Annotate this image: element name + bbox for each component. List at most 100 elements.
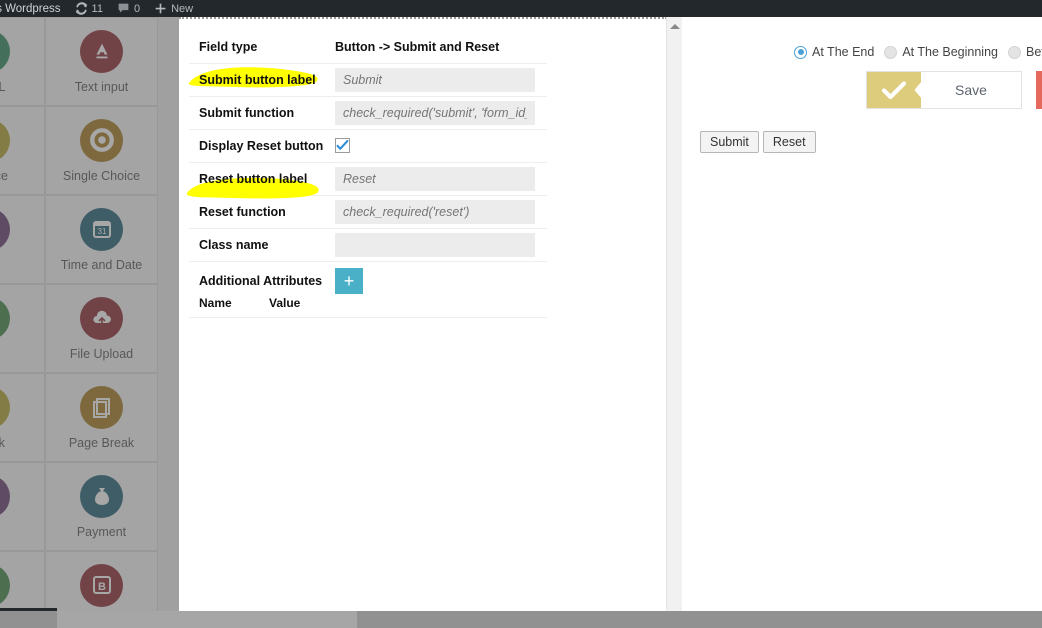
letter-b-boxed-icon: B (80, 563, 123, 607)
comments-icon (117, 2, 130, 15)
modal-bottom-edge (179, 600, 682, 611)
lines-icon (0, 385, 10, 429)
adminbar-new[interactable]: New (147, 0, 200, 17)
reset-button-label-input[interactable] (335, 167, 535, 191)
preview-reset-button[interactable]: Reset (762, 131, 816, 153)
palette-item-choice[interactable]: Choice (0, 106, 45, 195)
letter-a-green-icon (0, 563, 10, 607)
plus-icon (154, 2, 167, 15)
row-field-type: Field type Button -> Submit and Reset (189, 31, 547, 64)
palette-item-box[interactable]: Box (0, 284, 45, 373)
settings-rows: Field type Button -> Submit and Reset Su… (189, 31, 547, 318)
palette-item-break[interactable]: Break (0, 373, 45, 462)
palette-item-payment[interactable]: Payment (45, 462, 158, 551)
wp-admin-bar: 's Wordpress 11 0 New (0, 0, 1042, 17)
radio-icon-at-the-beginning[interactable] (884, 45, 898, 59)
palette-item-page-break[interactable]: Page Break (45, 373, 158, 462)
field-settings-modal: Field type Button -> Submit and Reset Su… (179, 17, 667, 611)
modal-action-bar: Save ✖ (866, 71, 1042, 109)
row-reset-button-label: Reset button label (189, 163, 547, 196)
modal-vertical-scrollbar[interactable] (666, 17, 682, 611)
label-field-type: Field type (199, 40, 258, 54)
form-preview-pane: At The End At The Beginning Bef Save (682, 17, 1042, 611)
palette-item-letter-b[interactable]: B B (45, 551, 158, 611)
radio-option-at-the-beginning[interactable]: At The Beginning (884, 45, 998, 59)
row-display-reset-button: Display Reset button (189, 130, 547, 163)
field-reset-button-label (335, 167, 547, 191)
palette-item-html[interactable]: HTML (0, 17, 45, 106)
palette-item-label: HTML (0, 79, 6, 94)
calendar-31-icon: 31 (80, 207, 123, 251)
palette-grid: HTML Text input (0, 17, 158, 611)
palette-item-label: Single Choice (62, 168, 141, 183)
value-field-type: Button -> Submit and Reset (335, 40, 500, 54)
adminbar-comments[interactable]: 0 (110, 0, 147, 17)
class-name-input[interactable] (335, 233, 535, 257)
tools-icon (0, 207, 10, 251)
cancel-button[interactable]: ✖ (1036, 71, 1042, 109)
field-settings-form: Field type Button -> Submit and Reset Su… (179, 19, 655, 613)
save-button[interactable]: Save (866, 71, 1022, 109)
palette-item-label: Text input (74, 79, 129, 94)
field-class-name (335, 233, 547, 257)
save-button-label: Save (955, 82, 987, 98)
radio-dot-icon (80, 118, 123, 162)
field-type-palette: HTML Text input (0, 17, 179, 611)
column-header-name: Name (199, 295, 232, 310)
submit-button-label-input[interactable] (335, 68, 535, 92)
label-reset-button-label: Reset button label (199, 172, 308, 186)
palette-item-tools[interactable]: ools (0, 195, 45, 284)
palette-item-file-upload[interactable]: File Upload (45, 284, 158, 373)
reset-function-input[interactable] (335, 200, 535, 224)
scroll-up-arrow-icon[interactable] (667, 19, 683, 33)
palette-item-label: Time and Date (60, 257, 143, 272)
label-submit-function: Submit function (199, 106, 295, 120)
updates-count: 11 (91, 2, 103, 15)
submit-function-input[interactable] (335, 101, 535, 125)
palette-item-text-input[interactable]: Text input (45, 17, 158, 106)
radio-icon-at-the-end[interactable] (794, 45, 807, 59)
radio-option-at-the-end[interactable]: At The End (794, 45, 874, 59)
form-preview-buttons: Submit Reset (700, 131, 816, 153)
preview-submit-button[interactable]: Submit (700, 131, 759, 153)
palette-item-label: Payment (76, 524, 127, 539)
row-class-name: Class name (189, 229, 547, 262)
palette-item-label: Break (0, 435, 5, 450)
check-icon (867, 72, 921, 108)
letter-a-icon (0, 474, 10, 518)
column-header-value: Value (269, 295, 301, 310)
palette-item-letter-a-green[interactable]: A (0, 551, 45, 611)
check-icon (336, 139, 349, 150)
radio-label-at-the-beginning: At The Beginning (902, 45, 998, 59)
field-add-attribute: + (335, 268, 547, 294)
display-reset-button-checkbox[interactable] (335, 137, 350, 153)
field-position-radio-group: At The End At The Beginning Bef (794, 45, 1042, 59)
row-submit-button-label: Submit button label (189, 64, 547, 97)
palette-item-time-and-date[interactable]: 31 Time and Date (45, 195, 158, 284)
label-class-name: Class name (199, 238, 269, 252)
money-bag-icon (80, 474, 123, 518)
radio-label-at-the-end: At The End (812, 45, 875, 59)
row-reset-function: Reset function (189, 196, 547, 229)
label-submit-button-label: Submit button label (199, 73, 316, 87)
radio-label-before: Bef (1026, 45, 1042, 59)
radio-icon-before[interactable] (1008, 45, 1021, 59)
add-attribute-button[interactable]: + (335, 268, 363, 294)
page-horizontal-scrollbar-thumb[interactable] (57, 611, 357, 628)
palette-item-letter-a[interactable]: A (0, 462, 45, 551)
radio-option-before[interactable]: Bef (1008, 45, 1042, 59)
label-additional-attributes: Additional Attributes (199, 274, 323, 288)
box-icon (0, 296, 10, 340)
svg-text:B: B (98, 581, 106, 593)
cloud-upload-icon (80, 296, 123, 340)
comments-count: 0 (133, 2, 141, 15)
adminbar-updates[interactable]: 11 (68, 0, 110, 17)
updates-icon (75, 2, 88, 15)
attributes-header-row: Name Value (189, 294, 547, 318)
adminbar-site-name[interactable]: 's Wordpress (0, 0, 68, 17)
svg-text:31: 31 (97, 227, 106, 236)
site-name-label: 's Wordpress (0, 2, 61, 15)
field-reset-function (335, 200, 547, 224)
field-display-reset-button (335, 137, 547, 155)
palette-item-single-choice[interactable]: Single Choice (45, 106, 158, 195)
